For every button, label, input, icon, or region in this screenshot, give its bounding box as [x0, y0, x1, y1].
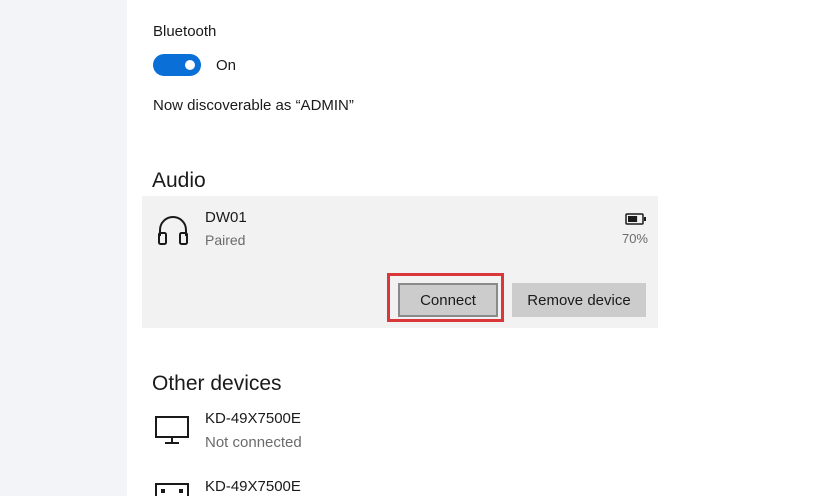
remove-device-button[interactable]: Remove device — [512, 283, 646, 317]
audio-device-name: DW01 — [205, 209, 247, 226]
audio-device-card[interactable]: DW01 Paired 70% Connect Remove device — [142, 196, 658, 328]
bluetooth-toggle-state: On — [216, 57, 237, 74]
bluetooth-label: Bluetooth — [153, 23, 217, 40]
discoverable-text: Now discoverable as “ADMIN” — [153, 97, 354, 114]
other-device-name[interactable]: KD-49X7500E — [205, 478, 301, 495]
tv-icon — [155, 483, 189, 496]
battery-icon — [625, 213, 646, 225]
headphones-icon — [158, 216, 188, 245]
monitor-icon — [155, 416, 189, 444]
other-devices-section-title: Other devices — [152, 372, 282, 395]
bluetooth-devices-panel: Bluetooth On Now discoverable as “ADMIN”… — [127, 0, 836, 496]
settings-page: Bluetooth On Now discoverable as “ADMIN”… — [0, 0, 836, 496]
bluetooth-toggle[interactable] — [153, 54, 201, 76]
connect-button[interactable]: Connect — [398, 283, 498, 317]
battery-percentage: 70% — [621, 231, 648, 246]
other-device-name[interactable]: KD-49X7500E — [205, 410, 301, 427]
audio-device-status: Paired — [205, 232, 246, 248]
navigation-pane — [0, 0, 127, 496]
audio-section-title: Audio — [152, 169, 206, 192]
toggle-knob — [185, 60, 195, 70]
other-device-status: Not connected — [205, 434, 302, 451]
